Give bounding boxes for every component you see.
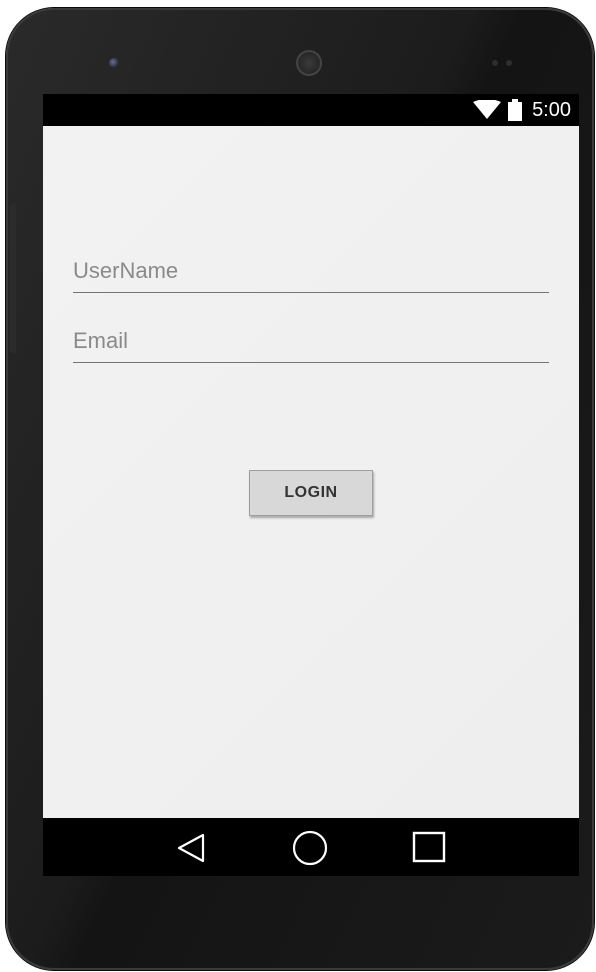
volume-rocker [10, 203, 16, 353]
email-field[interactable]: Email [73, 318, 549, 363]
phone-frame: 5:00 UserName Email LOGIN [6, 8, 594, 970]
status-clock: 5:00 [532, 98, 571, 121]
home-icon [292, 830, 328, 866]
username-field[interactable]: UserName [73, 248, 549, 293]
email-placeholder: Email [73, 328, 129, 353]
app-content: UserName Email LOGIN [43, 126, 579, 818]
back-button[interactable] [173, 830, 209, 866]
home-button[interactable] [292, 830, 328, 866]
light-sensor [506, 60, 512, 66]
login-button[interactable]: LOGIN [249, 470, 373, 516]
username-placeholder: UserName [73, 258, 179, 283]
back-icon [177, 833, 205, 863]
status-icons: 5:00 [472, 98, 571, 122]
recents-button[interactable] [411, 830, 447, 866]
front-camera [109, 58, 119, 68]
status-bar: 5:00 [43, 94, 579, 126]
wifi-icon [473, 100, 502, 119]
earpiece-speaker [296, 50, 322, 76]
navigation-bar [43, 818, 579, 876]
proximity-sensor [492, 60, 498, 66]
screen: 5:00 UserName Email LOGIN [43, 94, 579, 876]
recents-icon [412, 831, 446, 863]
battery-icon [508, 99, 523, 121]
